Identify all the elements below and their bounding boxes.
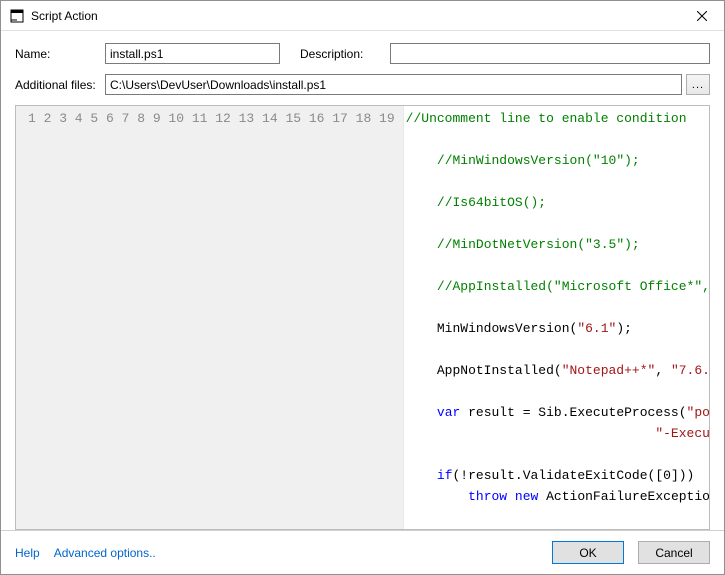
- window-title: Script Action: [31, 9, 679, 23]
- browse-button[interactable]: ...: [686, 74, 710, 95]
- description-label: Description:: [300, 47, 390, 61]
- name-input[interactable]: [105, 43, 280, 64]
- additional-files-input[interactable]: [105, 74, 682, 95]
- code-area[interactable]: //Uncomment line to enable condition //M…: [404, 106, 709, 529]
- name-label: Name:: [15, 47, 105, 61]
- dialog-window: Script Action Name: Description: Additio…: [0, 0, 725, 575]
- cancel-button[interactable]: Cancel: [638, 541, 710, 564]
- row-additional-files: Additional files: ...: [15, 74, 710, 95]
- close-button[interactable]: [679, 1, 724, 31]
- advanced-options-link[interactable]: Advanced options..: [54, 546, 156, 560]
- help-link[interactable]: Help: [15, 546, 40, 560]
- additional-files-label: Additional files:: [15, 78, 105, 92]
- description-input[interactable]: [390, 43, 710, 64]
- titlebar: Script Action: [1, 1, 724, 31]
- line-number-gutter: 1 2 3 4 5 6 7 8 9 10 11 12 13 14 15 16 1…: [16, 106, 404, 529]
- code-editor[interactable]: 1 2 3 4 5 6 7 8 9 10 11 12 13 14 15 16 1…: [15, 105, 710, 530]
- ok-button[interactable]: OK: [552, 541, 624, 564]
- app-icon: [9, 8, 25, 24]
- content-area: Name: Description: Additional files: ...…: [1, 31, 724, 530]
- row-name-desc: Name: Description:: [15, 43, 710, 64]
- footer: Help Advanced options.. OK Cancel: [1, 530, 724, 574]
